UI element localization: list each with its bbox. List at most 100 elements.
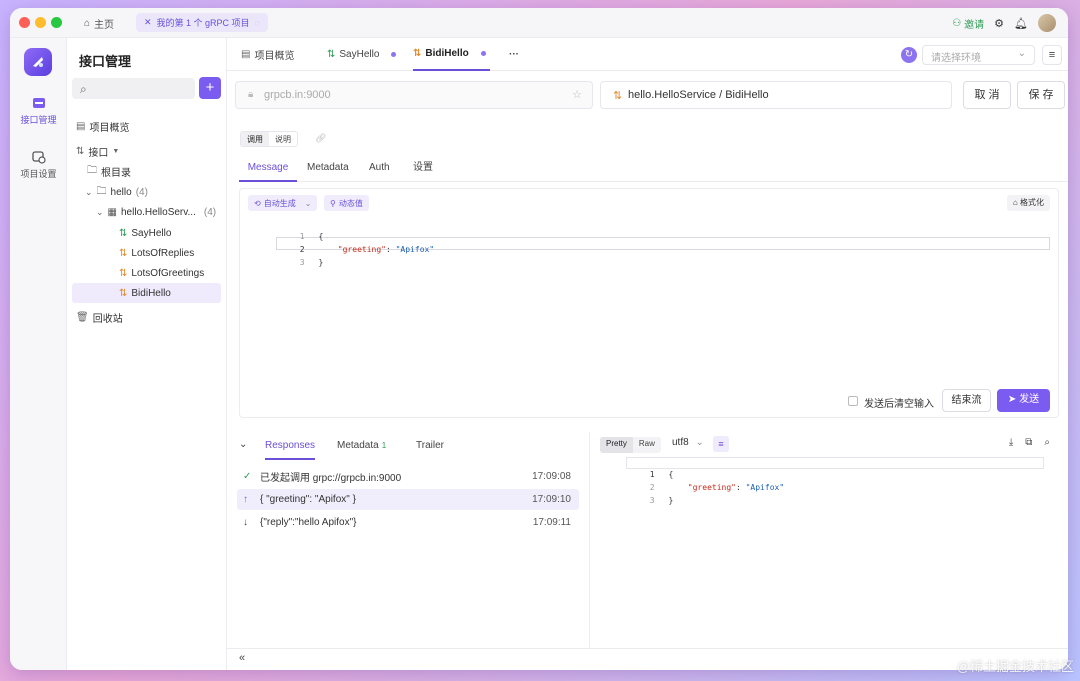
tree-item-count: (4) xyxy=(135,186,148,198)
stream-method-icon: ⇅ xyxy=(119,267,128,279)
invite-button[interactable]: ⚇ 邀请 xyxy=(952,16,984,31)
search-icon[interactable]: ⌕ xyxy=(1044,437,1050,448)
rail-item-project-settings[interactable]: 项目设置 xyxy=(10,150,67,180)
panel-title: 接口管理 xyxy=(79,54,132,69)
count-badge: 1 xyxy=(381,441,387,450)
tree-search-input[interactable]: ⌕ xyxy=(72,78,195,99)
gear-icon[interactable]: ⚙ xyxy=(994,17,1004,30)
avatar[interactable] xyxy=(1038,14,1056,32)
tree-item-sayhello[interactable]: ⇅ SayHello xyxy=(119,223,171,243)
environment-select[interactable]: 请选择环境 ⌄ xyxy=(922,45,1035,65)
rail-item-label: 接口管理 xyxy=(20,115,57,125)
wrap-icon[interactable]: ≡ xyxy=(713,436,729,452)
more-tabs-button[interactable]: ··· xyxy=(509,38,519,71)
tree-item-label: LotsOfReplies xyxy=(131,247,195,259)
code-line: 1{ xyxy=(600,457,674,479)
tab-label: SayHello xyxy=(339,49,380,60)
stream-event[interactable]: ↑ { "greeting": "Apifox" } 17:09:10 xyxy=(237,489,579,510)
save-button[interactable]: 保 存 xyxy=(1017,81,1065,109)
stream-event[interactable]: ↓ {"reply":"hello Apifox"} 17:09:11 xyxy=(237,512,579,533)
tree-item-service[interactable]: ⌄ ▦ hello.HelloServ... (4) xyxy=(96,202,216,222)
tab-message[interactable]: Message xyxy=(239,154,297,182)
tab-trailer[interactable]: Trailer xyxy=(416,432,444,460)
tree-item-bidihello[interactable]: ⇅ BidiHello xyxy=(72,283,221,303)
minimize-window-button[interactable] xyxy=(35,17,46,28)
tab-docs[interactable]: 说明 xyxy=(269,132,297,146)
tree-item-hello[interactable]: ⌄ 🗀︎ hello (4) xyxy=(85,182,148,202)
copy-icon[interactable]: ⧉ xyxy=(1025,437,1032,448)
collapse-sidebar-button[interactable]: « xyxy=(239,652,245,664)
tree-item-root[interactable]: 🗀︎ 根目录 xyxy=(87,161,131,181)
send-label: 发送 xyxy=(1019,394,1040,405)
server-url-field[interactable]: 🔒︎ grpcb.in:9000 ☆ xyxy=(235,81,593,109)
tab-metadata[interactable]: Metadata xyxy=(307,154,349,182)
unsaved-dot xyxy=(480,51,486,56)
tab-auth[interactable]: Auth xyxy=(369,154,390,182)
request-tabs: Message Metadata Auth 设置 xyxy=(239,154,1068,182)
refresh-icon: ◌ xyxy=(254,17,260,28)
api-icon xyxy=(32,98,45,108)
api-icon: ⇅ xyxy=(76,145,85,157)
tree-item-recycle-bin[interactable]: 🗑︎ 回收站 xyxy=(76,307,123,327)
encoding-value: utf8 xyxy=(672,437,689,448)
stream-event[interactable]: ✓ 已发起调用 grpc://grpcb.in:9000 17:09:08 xyxy=(237,466,579,487)
rail-item-api-management[interactable]: 接口管理 xyxy=(10,96,67,126)
menu-icon[interactable]: ≡ xyxy=(1042,45,1062,65)
star-icon[interactable]: ☆ xyxy=(572,88,582,101)
autogen-button[interactable]: ⟲ 自动生成 ⌄ xyxy=(248,195,318,211)
home-tab[interactable]: ⌂ 主页 xyxy=(84,16,114,31)
bell-icon[interactable]: 🔔︎ xyxy=(1014,17,1028,30)
tab-responses[interactable]: Responses xyxy=(265,432,316,460)
logo-icon xyxy=(33,57,43,67)
encoding-select[interactable]: utf8 ⌄ xyxy=(672,437,704,448)
tab-pretty[interactable]: Pretty xyxy=(600,437,633,453)
cancel-button[interactable]: 取 消 xyxy=(963,81,1011,109)
add-button[interactable]: + xyxy=(199,77,221,99)
format-label: 格式化 xyxy=(1020,198,1044,207)
tree-item-label: hello xyxy=(110,186,132,198)
tab-bidihello[interactable]: ⇅ BidiHello xyxy=(413,38,490,71)
tab-response-metadata[interactable]: Metadata 1 xyxy=(337,432,386,460)
event-time: 17:09:10 xyxy=(532,494,571,505)
tree-item-label: 回收站 xyxy=(92,313,123,325)
title-bar: ⌂ 主页 ✕ 我的第 1 个 gRPC 项目 ◌ ⚇ 邀请 ⚙ 🔔︎ xyxy=(10,8,1068,38)
maximize-window-button[interactable] xyxy=(51,17,62,28)
tab-settings[interactable]: 设置 xyxy=(413,154,433,182)
collapse-icon[interactable]: ⌄ xyxy=(239,439,247,450)
tab-invoke[interactable]: 调用 xyxy=(241,132,269,146)
event-text: 已发起调用 grpc://grpcb.in:9000 xyxy=(260,473,402,484)
project-tab[interactable]: ✕ 我的第 1 个 gRPC 项目 ◌ xyxy=(136,13,268,32)
service-icon: ▦ xyxy=(107,206,117,218)
dynamic-value-button[interactable]: ⚲ 动态值 xyxy=(324,195,369,211)
tree-item-lotsofgreetings[interactable]: ⇅ LotsOfGreetings xyxy=(119,263,204,283)
tree-item-lotsofreplies[interactable]: ⇅ LotsOfReplies xyxy=(119,243,194,263)
tab-raw[interactable]: Raw xyxy=(633,437,661,453)
format-button[interactable]: ⌂ 格式化 xyxy=(1006,195,1050,211)
refresh-icon: ⟲ xyxy=(254,198,261,208)
project-tab-label: 我的第 1 个 gRPC 项目 xyxy=(156,18,250,28)
bidi-method-icon: ⇅ xyxy=(119,287,128,299)
tree-item-overview[interactable]: ▤ 项目概览 xyxy=(76,116,129,136)
unsaved-dot xyxy=(391,52,397,57)
close-icon[interactable]: ✕ xyxy=(144,17,152,28)
dynamic-label: 动态值 xyxy=(338,198,363,208)
tree-item-apis[interactable]: ⇅ 接口 ▼ xyxy=(76,141,119,161)
tab-overview[interactable]: ▤ 项目概览 xyxy=(241,38,294,71)
end-stream-button[interactable]: 结束流 xyxy=(942,389,991,412)
method-path-value: hello.HelloService / BidiHello xyxy=(628,89,769,101)
tab-sayhello[interactable]: ⇅ SayHello xyxy=(327,38,397,71)
chevron-down-icon: ⌄ xyxy=(96,206,104,217)
message-editor[interactable]: ⟲ 自动生成 ⌄ ⚲ 动态值 ⌂ 格式化 1{ 2 "greeting": "A… xyxy=(239,188,1059,418)
event-text: {"reply":"hello Apifox"} xyxy=(260,517,357,528)
grid-icon: ▤ xyxy=(241,49,251,60)
send-button[interactable]: ➤ 发送 xyxy=(997,389,1050,412)
sync-icon[interactable]: ↻ xyxy=(901,47,917,63)
method-path-field[interactable]: ⇅ hello.HelloService / BidiHello xyxy=(600,81,952,109)
download-icon[interactable]: ⤓ xyxy=(1009,437,1013,448)
link-icon[interactable]: 🔗︎ xyxy=(315,133,326,144)
caret-down-icon: ▼ xyxy=(112,147,120,155)
editor-tabs: ▤ 项目概览 ⇅ SayHello ⇅ BidiHello ··· ↻ 请选择环… xyxy=(227,38,1068,71)
clear-after-send-checkbox[interactable] xyxy=(848,396,858,406)
bidi-method-icon: ⇅ xyxy=(413,48,422,59)
close-window-button[interactable] xyxy=(19,17,30,28)
